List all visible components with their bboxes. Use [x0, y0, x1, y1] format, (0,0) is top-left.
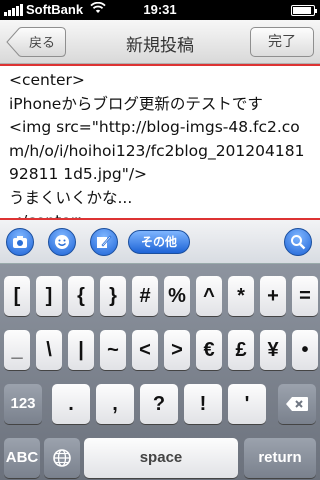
- key[interactable]: \: [36, 330, 62, 370]
- key[interactable]: .: [52, 384, 90, 424]
- other-button[interactable]: その他: [128, 230, 190, 254]
- key[interactable]: ': [228, 384, 266, 424]
- key[interactable]: !: [184, 384, 222, 424]
- key[interactable]: %: [164, 276, 190, 316]
- key[interactable]: #: [132, 276, 158, 316]
- editor-line: <center>: [9, 71, 85, 89]
- done-button[interactable]: 完了: [250, 27, 314, 57]
- editor-line: iPhoneからブログ更新のテストです: [9, 94, 263, 113]
- editor-line: </center>: [9, 210, 311, 218]
- key[interactable]: •: [292, 330, 318, 370]
- delete-key[interactable]: [278, 384, 316, 424]
- key[interactable]: ^: [196, 276, 222, 316]
- numbers-key[interactable]: 123: [4, 384, 42, 424]
- return-key[interactable]: return: [244, 438, 316, 478]
- keyboard: [ ] { } # % ^ * + = _ \ | ~ < > € £ ¥ • …: [0, 264, 320, 480]
- search-icon[interactable]: [284, 228, 312, 256]
- key[interactable]: >: [164, 330, 190, 370]
- key[interactable]: =: [292, 276, 318, 316]
- globe-icon: [53, 449, 71, 467]
- editor-toolbar: その他: [0, 220, 320, 264]
- key[interactable]: }: [100, 276, 126, 316]
- key[interactable]: €: [196, 330, 222, 370]
- battery-icon: [291, 5, 317, 16]
- key[interactable]: ,: [96, 384, 134, 424]
- pen-edit-icon[interactable]: [90, 228, 118, 256]
- status-bar: SoftBank 19:31: [0, 0, 320, 20]
- nav-bar: 戻る 新規投稿 完了: [0, 20, 320, 64]
- key[interactable]: *: [228, 276, 254, 316]
- key[interactable]: |: [68, 330, 94, 370]
- key[interactable]: £: [228, 330, 254, 370]
- key[interactable]: _: [4, 330, 30, 370]
- abc-key[interactable]: ABC: [4, 438, 40, 478]
- globe-key[interactable]: [44, 438, 80, 478]
- key[interactable]: ~: [100, 330, 126, 370]
- key[interactable]: ?: [140, 384, 178, 424]
- key[interactable]: +: [260, 276, 286, 316]
- key[interactable]: <: [132, 330, 158, 370]
- clock: 19:31: [143, 2, 177, 17]
- space-key[interactable]: space: [84, 438, 238, 478]
- camera-icon[interactable]: [6, 228, 34, 256]
- key[interactable]: ¥: [260, 330, 286, 370]
- backspace-icon: [286, 397, 308, 411]
- key[interactable]: {: [68, 276, 94, 316]
- smiley-icon[interactable]: [48, 228, 76, 256]
- key[interactable]: ]: [36, 276, 62, 316]
- key[interactable]: [: [4, 276, 30, 316]
- editor-line: <img src="http://blog-imgs-48.fc2.com/h/…: [9, 118, 305, 183]
- post-body-textarea[interactable]: <center> iPhoneからブログ更新のテストです <img src="h…: [0, 64, 320, 220]
- editor-line: うまくいくかな...: [9, 188, 133, 207]
